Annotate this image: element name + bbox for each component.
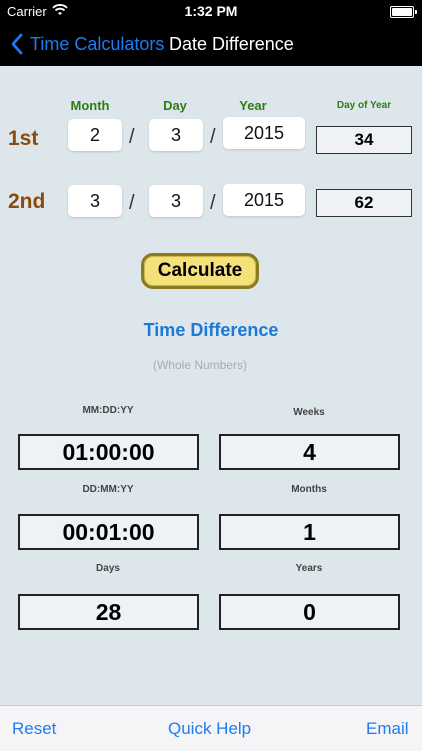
date-separator: / [210,192,216,214]
ddmmyy-value: 00:01:00 [18,514,199,550]
first-date-label: 1st [8,127,39,150]
back-button-label: Time Calculators [30,33,165,54]
first-month-field[interactable]: 2 [68,119,122,151]
email-button[interactable]: Email [366,719,409,739]
battery-icon [390,6,417,18]
days-label: Days [96,563,120,574]
mmddyy-value: 01:00:00 [18,434,199,470]
first-day-of-year-value: 34 [316,126,412,154]
months-value: 1 [219,514,400,550]
second-year-field[interactable]: 2015 [223,184,305,216]
status-bar: Carrier 1:32 PM [0,0,422,22]
reset-button[interactable]: Reset [12,719,56,739]
navigation-bar: Time Calculators Date Difference [0,22,422,66]
page-title: Date Difference [169,34,294,54]
second-day-field[interactable]: 3 [149,185,203,217]
clock: 1:32 PM [184,3,238,19]
years-label: Years [295,563,323,574]
year-header: Year [239,98,267,113]
second-date-label: 2nd [8,190,46,213]
months-label: Months [291,484,327,495]
date-separator: / [210,126,216,148]
calculate-button[interactable]: Calculate [141,253,259,289]
bottom-toolbar: Reset Quick Help Email [0,705,422,751]
whole-numbers-note: (Whole Numbers) [152,358,248,372]
month-header: Month [70,98,110,113]
second-day-of-year-value: 62 [316,189,412,217]
back-button[interactable]: Time Calculators [10,30,164,58]
weeks-value: 4 [219,434,400,470]
years-value: 0 [219,594,400,630]
day-of-year-header: Day of Year [336,100,392,111]
second-month-field[interactable]: 3 [68,185,122,217]
date-separator: / [129,192,135,214]
weeks-label: Weeks [293,407,325,418]
time-difference-title: Time Difference [143,320,279,340]
ddmmyy-label: DD:MM:YY [82,484,134,495]
quick-help-button[interactable]: Quick Help [168,719,251,739]
first-day-field[interactable]: 3 [149,119,203,151]
chevron-left-icon [11,33,23,55]
days-value: 28 [18,594,199,630]
day-header: Day [163,98,187,113]
date-separator: / [129,126,135,148]
first-year-field[interactable]: 2015 [223,117,305,149]
mmddyy-label: MM:DD:YY [82,405,134,416]
